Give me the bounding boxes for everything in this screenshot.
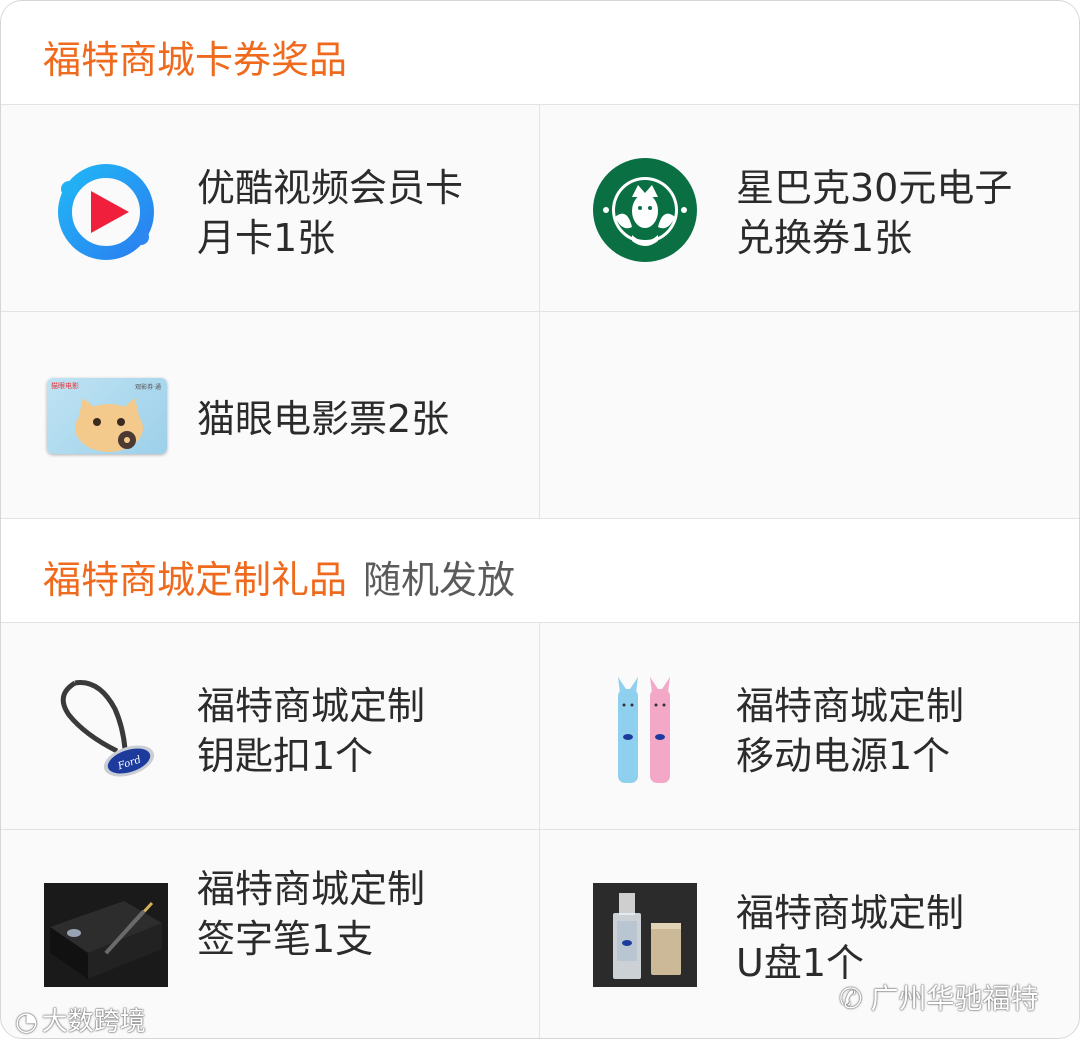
keychain-icon: Ford: [55, 675, 165, 785]
section-title: 福特商城卡券奖品: [43, 38, 348, 82]
gift-label-line2: 签字笔1支: [197, 917, 374, 961]
prize-label: 星巴克30元电子 兑换券1张: [736, 163, 1012, 263]
prize-cell-youku: 优酷视频会员卡 月卡1张: [1, 105, 540, 312]
watermark-left: ◔ 大数跨境: [15, 1001, 146, 1038]
gift-label-line2: 移动电源1个: [736, 734, 951, 778]
gift-cell-keychain: Ford 福特商城定制 钥匙扣1个: [1, 623, 540, 830]
gift-label-line1: 福特商城定制: [736, 684, 965, 728]
wechat-icon: ✆: [839, 982, 863, 1015]
power-bank-icon: [614, 675, 674, 787]
prize-cell-starbucks: 星巴克30元电子 兑换券1张: [540, 105, 1079, 312]
section-title-text: 福特商城定制礼品: [43, 558, 348, 602]
prize-label-line1: 优酷视频会员卡: [197, 166, 464, 210]
starbucks-logo-icon: [592, 157, 698, 263]
prize-label-line2: 兑换券1张: [736, 216, 913, 260]
prize-label-line1: 星巴克30元电子: [736, 166, 1013, 210]
weibo-icon: ◔: [15, 1007, 38, 1037]
section-title: 福特商城定制礼品 随机发放: [43, 549, 515, 604]
gift-label-line1: 福特商城定制: [197, 684, 426, 728]
section-header-gifts: 福特商城定制礼品 随机发放: [1, 519, 1079, 623]
section-subtitle: 随机发放: [363, 558, 516, 602]
gift-label-line1: 福特商城定制: [736, 891, 965, 935]
gift-label-line1: 福特商城定制: [197, 867, 426, 911]
prize-card: 福特商城卡券奖品 优酷视频会员卡 月卡1张 星巴克30元电子 兑换券1张 猫眼电…: [0, 0, 1080, 1039]
youku-play-icon: [55, 161, 157, 263]
maoyan-ticket-icon: 猫眼电影 观影券·通: [47, 378, 167, 454]
prize-label: 优酷视频会员卡 月卡1张: [197, 163, 463, 263]
watermark-left-text: 大数跨境: [41, 1007, 146, 1037]
usb-drive-icon: [593, 883, 697, 987]
watermark-right-text: 广州华驰福特: [870, 982, 1039, 1015]
gift-label: 福特商城定制 钥匙扣1个: [197, 681, 425, 781]
prize-label-line1: 猫眼电影票2张: [197, 397, 450, 441]
prize-label-line2: 月卡1张: [197, 216, 336, 260]
gift-label: 福特商城定制 签字笔1支: [197, 864, 425, 964]
watermark-right: ✆ 广州华驰福特: [839, 977, 1038, 1017]
gift-label: 福特商城定制 移动电源1个: [736, 681, 964, 781]
prize-cell-maoyan: 猫眼电影 观影券·通 猫眼电影票2张: [1, 312, 540, 519]
pen-icon: [44, 883, 168, 987]
gift-cell-power-bank: 福特商城定制 移动电源1个: [540, 623, 1079, 830]
empty-cell: [540, 312, 1079, 519]
prize-label: 猫眼电影票2张: [197, 394, 449, 444]
section-header-vouchers: 福特商城卡券奖品: [1, 1, 1079, 105]
gift-label: 福特商城定制 U盘1个: [736, 888, 964, 988]
gift-label-line2: 钥匙扣1个: [197, 734, 374, 778]
